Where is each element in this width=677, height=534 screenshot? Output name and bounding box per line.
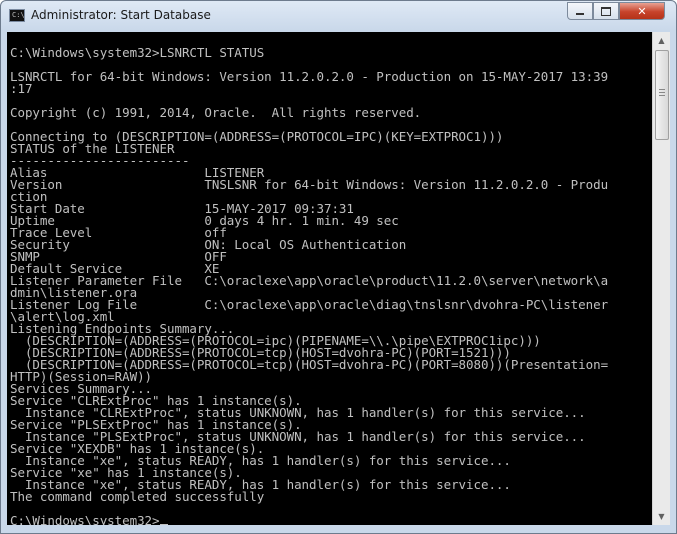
title-bar[interactable]: C:\ Administrator: Start Database ✕	[1, 1, 676, 31]
close-button[interactable]: ✕	[619, 2, 665, 20]
console-line: :17	[10, 81, 33, 96]
maximize-icon	[601, 6, 611, 16]
minimize-icon	[576, 13, 584, 15]
close-icon: ✕	[637, 4, 647, 18]
command-prompt-icon: C:\	[9, 9, 25, 22]
minimize-button[interactable]	[567, 2, 593, 20]
console-text: C:\Windows\system32>LSNRCTL STATUS LSNRCT…	[7, 32, 652, 525]
console-output[interactable]: C:\Windows\system32>LSNRCTL STATUS LSNRCT…	[7, 32, 652, 525]
console-line: C:\Windows\system32>LSNRCTL STATUS	[10, 45, 265, 60]
scrollbar-thumb[interactable]	[655, 50, 669, 140]
console-line: The command completed successfully	[10, 489, 265, 504]
console-line: LSNRCTL for 64-bit Windows: Version 11.2…	[10, 69, 609, 84]
maximize-button[interactable]	[593, 2, 619, 20]
grip-icon	[659, 89, 665, 97]
vertical-scrollbar[interactable]: ▲ ▼	[652, 32, 670, 525]
console-line: Version TNSLSNR for 64-bit Windows: Vers…	[10, 177, 609, 192]
scroll-down-arrow-icon[interactable]: ▼	[653, 508, 670, 525]
text-cursor	[159, 524, 168, 525]
console-line: C:\Windows\system32>	[10, 514, 652, 525]
console-line: Copyright (c) 1991, 2014, Oracle. All ri…	[10, 105, 422, 120]
console-window: C:\ Administrator: Start Database ✕ C:\W…	[0, 0, 677, 534]
window-title: Administrator: Start Database	[31, 8, 211, 22]
scroll-up-arrow-icon[interactable]: ▲	[653, 32, 670, 49]
